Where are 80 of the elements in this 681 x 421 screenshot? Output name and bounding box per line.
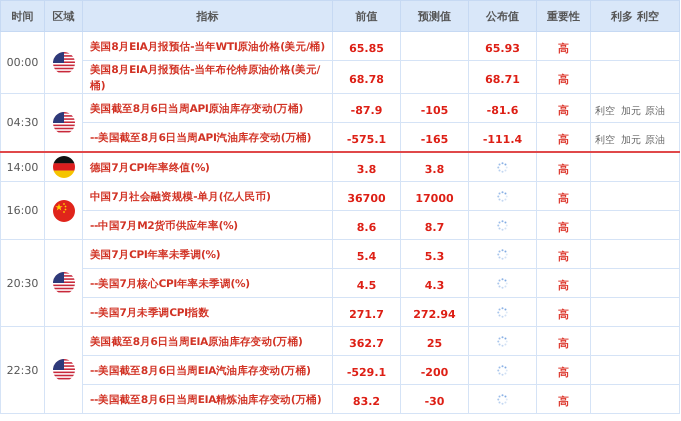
previous-value: 65.85 [349, 42, 384, 54]
event-time: 04:30 [0, 94, 44, 152]
indicator-name: --美国7月未季调CPI指数 [90, 307, 210, 319]
column-header: 公布值 [468, 0, 536, 32]
event-time: 20:30 [0, 240, 44, 326]
event-time: 22:30 [0, 326, 44, 414]
indicator-name: 美国8月EIA月报预估-当年布伦特原油价格(美元/桶) [90, 64, 320, 92]
importance-level: 高 [558, 162, 569, 176]
event-time: 00:00 [0, 32, 44, 94]
indicator-name: --美国7月核心CPI年率未季调(%) [90, 278, 250, 290]
indicator-name: --美国截至8月6日当周EIA汽油库存变动(万桶) [90, 365, 311, 377]
column-header: 区域 [44, 0, 82, 32]
previous-value: -575.1 [346, 132, 386, 146]
previous-value: 3.8 [356, 162, 376, 176]
event-time: 14:00 [0, 152, 44, 182]
importance-level: 高 [558, 366, 569, 378]
actual-value: -81.6 [486, 104, 518, 116]
impact-tag: 原油 [645, 106, 665, 116]
column-header: 预测值 [400, 0, 468, 32]
indicator-name: 美国7月CPI年率未季调(%) [90, 249, 220, 261]
previous-value: 8.6 [356, 220, 376, 234]
previous-value: -87.9 [350, 104, 382, 116]
forecast-value: 272.94 [413, 308, 456, 320]
column-header: 利多 利空 [590, 0, 680, 32]
forecast-value: 4.3 [424, 278, 444, 292]
forecast-value: -30 [424, 394, 444, 408]
impact-tag: 加元 [621, 106, 641, 116]
importance-level: 高 [558, 308, 569, 320]
previous-value: 4.5 [356, 278, 376, 292]
indicator-name: 美国8月EIA月报预估-当年WTI原油价格(美元/桶) [90, 41, 325, 53]
actual-value: -111.4 [482, 132, 522, 146]
flag-icon [52, 359, 74, 381]
indicator-name: --美国截至8月6日当周API汽油库存变动(万桶) [90, 132, 312, 144]
importance-level: 高 [558, 220, 569, 234]
forecast-value: 5.3 [424, 250, 444, 262]
importance-level: 高 [558, 104, 569, 116]
indicator-name: --美国截至8月6日当周EIA精炼油库存变动(万桶) [90, 394, 322, 406]
importance-level: 高 [558, 132, 569, 146]
column-header: 重要性 [536, 0, 590, 32]
event-time: 16:00 [0, 182, 44, 240]
indicator-name: 美国截至8月6日当周API原油库存变动(万桶) [90, 103, 304, 115]
actual-value: 68.71 [485, 72, 520, 86]
actual-value: 65.93 [485, 42, 520, 54]
forecast-value: 3.8 [424, 162, 444, 176]
impact-tag: 原油 [645, 134, 665, 146]
previous-value: -529.1 [346, 366, 386, 378]
flag-icon [52, 112, 74, 134]
importance-level: 高 [558, 394, 569, 408]
indicator-name: 中国7月社会融资规模-单月(亿人民币) [90, 191, 271, 203]
previous-value: 5.4 [356, 250, 376, 262]
previous-value: 83.2 [352, 394, 380, 408]
column-header: 前值 [332, 0, 400, 32]
flag-icon [52, 200, 74, 222]
previous-value: 362.7 [349, 336, 384, 350]
forecast-value: 8.7 [424, 220, 444, 234]
importance-level: 高 [558, 336, 569, 350]
importance-level: 高 [558, 250, 569, 262]
importance-level: 高 [558, 72, 569, 86]
impact-tag: 利空 [595, 134, 615, 146]
flag-icon [52, 156, 74, 178]
flag-icon [52, 272, 74, 294]
column-header: 指标 [82, 0, 332, 32]
forecast-value: 25 [426, 336, 442, 350]
previous-value: 271.7 [349, 308, 384, 320]
impact-tag: 利空 [595, 106, 615, 116]
previous-value: 68.78 [349, 72, 384, 86]
importance-level: 高 [558, 42, 569, 54]
indicator-name: --中国7月M2货币供应年率(%) [90, 220, 238, 232]
forecast-value: -165 [420, 132, 448, 146]
forecast-value: -105 [420, 104, 448, 116]
indicator-name: 美国截至8月6日当周EIA原油库存变动(万桶) [90, 336, 303, 348]
forecast-value: 17000 [415, 192, 454, 204]
indicator-name: 德国7月CPI年率终值(%) [90, 162, 210, 174]
forecast-value: -200 [420, 366, 448, 378]
previous-value: 36700 [347, 192, 386, 204]
impact-tag: 加元 [621, 134, 641, 146]
column-header: 时间 [0, 0, 44, 32]
importance-level: 高 [558, 278, 569, 292]
flag-icon [52, 52, 74, 74]
importance-level: 高 [558, 192, 569, 204]
